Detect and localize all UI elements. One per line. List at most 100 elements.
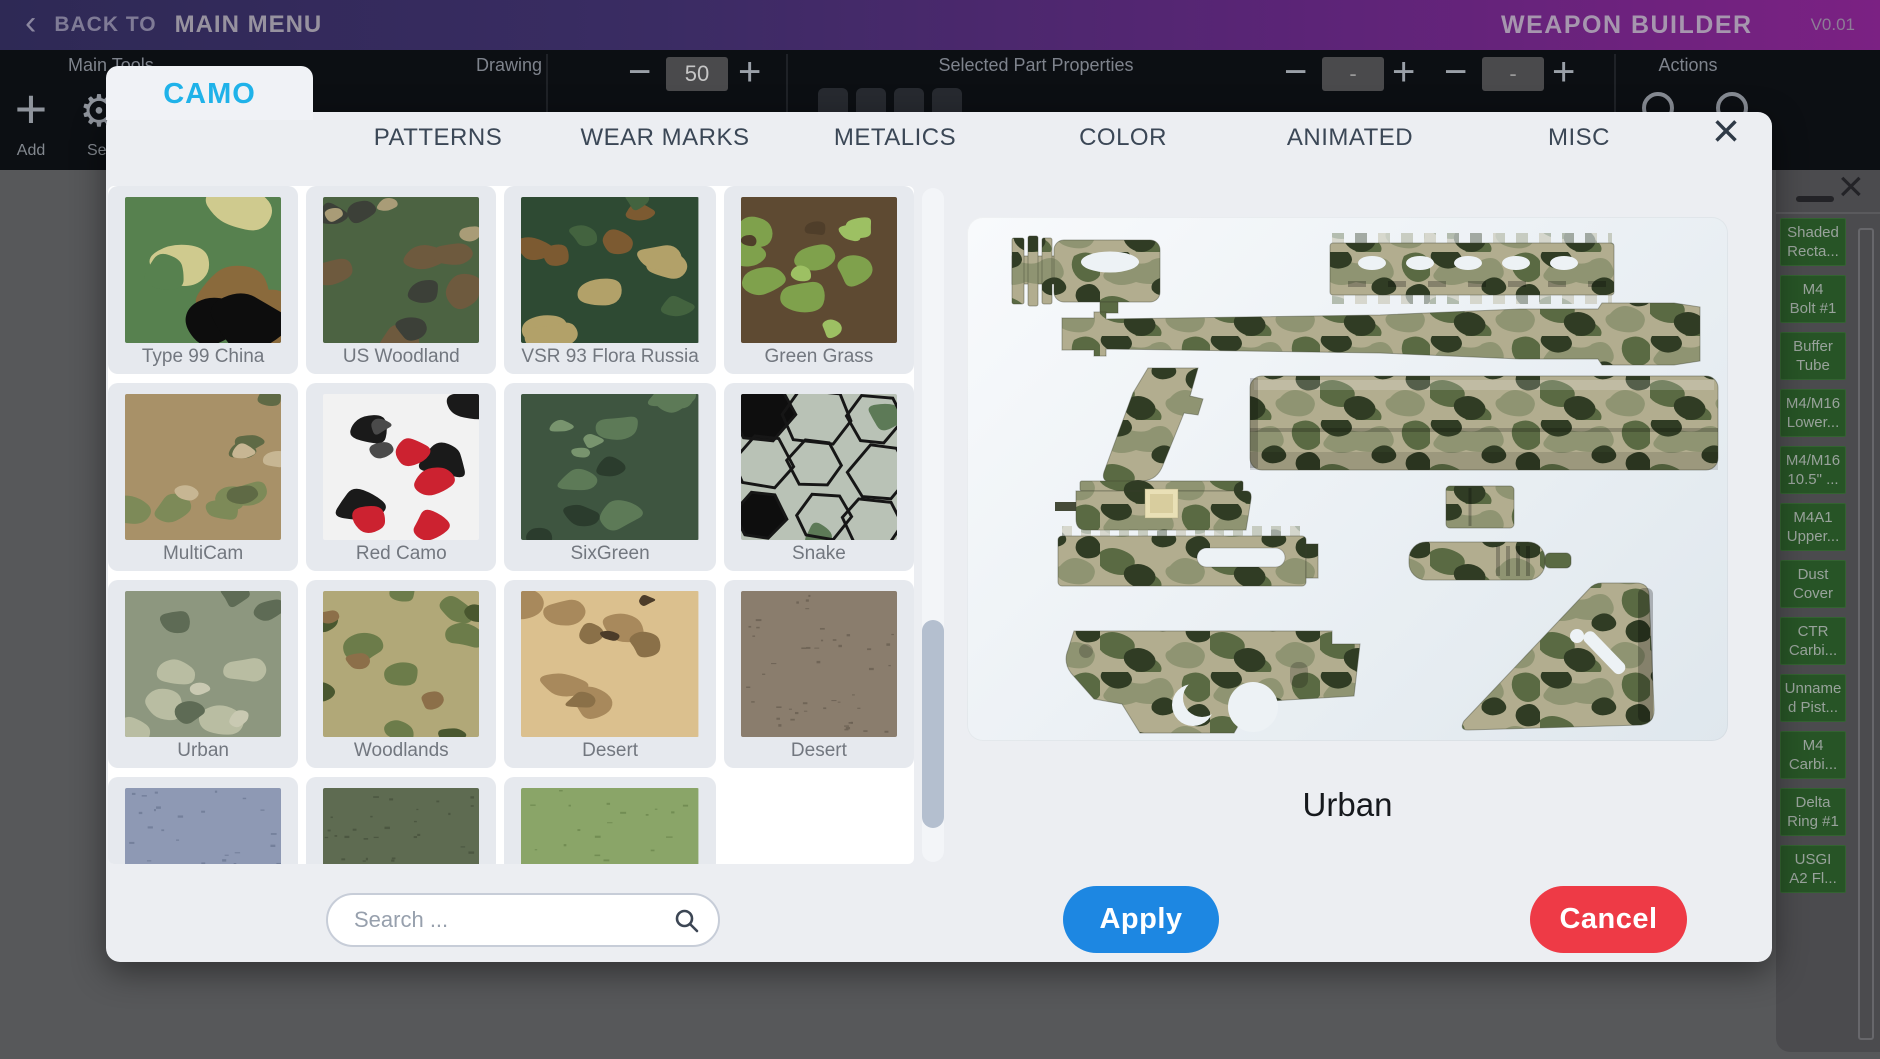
grid-scrollbar-track[interactable] bbox=[922, 188, 944, 862]
tab-animated[interactable]: ANIMATED bbox=[1240, 120, 1460, 156]
camo-tile[interactable]: Type 99 China bbox=[108, 186, 298, 374]
app-title: WEAPON BUILDER bbox=[1501, 11, 1753, 40]
part-button[interactable]: M4/M16 Lower... bbox=[1780, 389, 1846, 437]
camo-tile-label: Woodlands bbox=[323, 740, 479, 762]
camo-tile[interactable]: US Woodland bbox=[306, 186, 496, 374]
search-input[interactable] bbox=[352, 897, 672, 943]
camo-swatch bbox=[521, 788, 698, 864]
camo-tile[interactable]: Urban bbox=[108, 580, 298, 768]
part-button[interactable]: M4 Carbi... bbox=[1780, 731, 1846, 779]
part-button[interactable]: M4A1 Upper... bbox=[1780, 503, 1846, 551]
parts-panel: × Shaded Recta... M4 Bolt #1 Buffer Tube M4… bbox=[1776, 170, 1880, 1052]
buffer-tube-part[interactable] bbox=[1250, 376, 1718, 470]
prop2-decrease-button[interactable]: − bbox=[1444, 52, 1467, 92]
part-button[interactable]: Delta Ring #1 bbox=[1780, 788, 1846, 836]
rail-receiver-part[interactable] bbox=[1058, 531, 1318, 586]
camo-grid: Type 99 China US Woodland VSR 93 Flora R… bbox=[108, 186, 914, 864]
part-button[interactable]: USGI A2 Fl... bbox=[1780, 845, 1846, 893]
camo-tile[interactable]: Snake bbox=[724, 383, 914, 571]
lower-receiver-part[interactable] bbox=[1066, 631, 1360, 733]
prop1-increase-button[interactable]: + bbox=[1392, 52, 1415, 92]
back-chevron-icon[interactable]: ‹ bbox=[25, 8, 36, 38]
search-icon[interactable] bbox=[674, 908, 700, 934]
prop2-value[interactable]: - bbox=[1482, 57, 1544, 91]
camo-swatch bbox=[125, 394, 281, 540]
camo-tile[interactable] bbox=[504, 777, 715, 864]
part-button[interactable]: M4 Bolt #1 bbox=[1780, 275, 1846, 323]
camo-tile[interactable]: SixGreen bbox=[504, 383, 715, 571]
part-button[interactable]: Shaded Recta... bbox=[1780, 218, 1846, 266]
tab-metalics[interactable]: METALICS bbox=[785, 120, 1005, 156]
camo-tile[interactable]: Woodlands bbox=[306, 580, 496, 768]
upper-receiver-part[interactable] bbox=[1055, 481, 1251, 530]
camo-swatch bbox=[125, 591, 281, 737]
camo-preview-panel bbox=[967, 217, 1728, 741]
camo-tile-label: Urban bbox=[125, 740, 281, 762]
weapon-builder-screen: ‹ BACK TO MAIN MENU WEAPON BUILDER V0.01… bbox=[0, 0, 1880, 1059]
camo-swatch bbox=[521, 591, 698, 737]
camo-swatch bbox=[323, 591, 479, 737]
camo-tile[interactable] bbox=[306, 777, 496, 864]
camo-swatch bbox=[323, 394, 479, 540]
add-icon[interactable]: + bbox=[8, 76, 54, 141]
weapon-parts-preview bbox=[967, 217, 1728, 741]
camo-tile[interactable]: VSR 93 Flora Russia bbox=[504, 186, 715, 374]
parts-panel-header: × bbox=[1776, 170, 1880, 214]
drawing-increase-button[interactable]: + bbox=[738, 52, 761, 92]
prop1-decrease-button[interactable]: − bbox=[1284, 52, 1307, 92]
camo-tile-label: MultiCam bbox=[125, 543, 281, 565]
camo-swatch bbox=[125, 788, 281, 864]
parts-list: Shaded Recta... M4 Bolt #1 Buffer Tube M4/M… bbox=[1780, 218, 1850, 902]
rail-handguard-part[interactable] bbox=[1330, 238, 1614, 299]
minimize-icon[interactable] bbox=[1796, 196, 1834, 202]
part-button[interactable]: Dust Cover bbox=[1780, 560, 1846, 608]
drawing-value[interactable]: 50 bbox=[666, 57, 728, 91]
camo-tile[interactable]: MultiCam bbox=[108, 383, 298, 571]
version-label: V0.01 bbox=[1811, 15, 1855, 35]
delta-ring-part[interactable] bbox=[1409, 542, 1571, 580]
camo-swatch bbox=[125, 197, 281, 343]
properties-label: Selected Part Properties bbox=[926, 55, 1146, 76]
muzzle-brake-part[interactable] bbox=[1012, 236, 1160, 313]
prop2-increase-button[interactable]: + bbox=[1552, 52, 1575, 92]
part-button[interactable]: Buffer Tube bbox=[1780, 332, 1846, 380]
drawing-decrease-button[interactable]: − bbox=[628, 52, 651, 92]
tab-misc[interactable]: MISC bbox=[1469, 120, 1689, 156]
ctr-stock-part[interactable] bbox=[1462, 583, 1654, 730]
camo-tile-label: SixGreen bbox=[521, 543, 698, 565]
selected-pattern-name: Urban bbox=[967, 786, 1728, 824]
panel-close-icon[interactable]: × bbox=[1838, 162, 1864, 212]
close-icon[interactable]: × bbox=[1696, 108, 1756, 158]
camo-swatch bbox=[521, 197, 698, 343]
tab-wear-marks[interactable]: WEAR MARKS bbox=[555, 120, 775, 156]
camo-tile-label: Red Camo bbox=[323, 543, 479, 565]
part-button[interactable]: CTR Carbi... bbox=[1780, 617, 1846, 665]
barrel-part[interactable] bbox=[1062, 303, 1700, 365]
parts-scrollbar[interactable] bbox=[1858, 228, 1874, 1040]
back-to-label[interactable]: BACK TO bbox=[54, 13, 156, 37]
prop1-value[interactable]: - bbox=[1322, 57, 1384, 91]
main-menu-link[interactable]: MAIN MENU bbox=[175, 11, 323, 39]
search-box bbox=[326, 893, 720, 947]
camo-swatch bbox=[741, 197, 897, 343]
pistol-grip-part[interactable] bbox=[1103, 368, 1203, 482]
tab-color[interactable]: COLOR bbox=[1013, 120, 1233, 156]
camo-swatch bbox=[323, 197, 479, 343]
dust-cover-part[interactable] bbox=[1446, 486, 1514, 528]
camo-tile-label: Green Grass bbox=[741, 346, 897, 368]
grid-scrollbar-thumb[interactable] bbox=[922, 620, 944, 828]
cancel-button[interactable]: Cancel bbox=[1530, 886, 1687, 953]
actions-label: Actions bbox=[1638, 55, 1738, 76]
apply-button[interactable]: Apply bbox=[1063, 886, 1219, 953]
camo-tile[interactable]: Desert bbox=[724, 580, 914, 768]
camo-tile[interactable]: Red Camo bbox=[306, 383, 496, 571]
tab-camo-active[interactable]: CAMO bbox=[106, 66, 313, 120]
camo-tile-label: VSR 93 Flora Russia bbox=[521, 346, 698, 368]
camo-tile[interactable]: Desert bbox=[504, 580, 715, 768]
part-button[interactable]: M4/M16 10.5" ... bbox=[1780, 446, 1846, 494]
camo-tile[interactable]: Green Grass bbox=[724, 186, 914, 374]
add-label: Add bbox=[8, 142, 54, 160]
part-button[interactable]: Unname d Pist... bbox=[1780, 674, 1846, 722]
camo-tile[interactable] bbox=[108, 777, 298, 864]
tab-patterns[interactable]: PATTERNS bbox=[328, 120, 548, 156]
